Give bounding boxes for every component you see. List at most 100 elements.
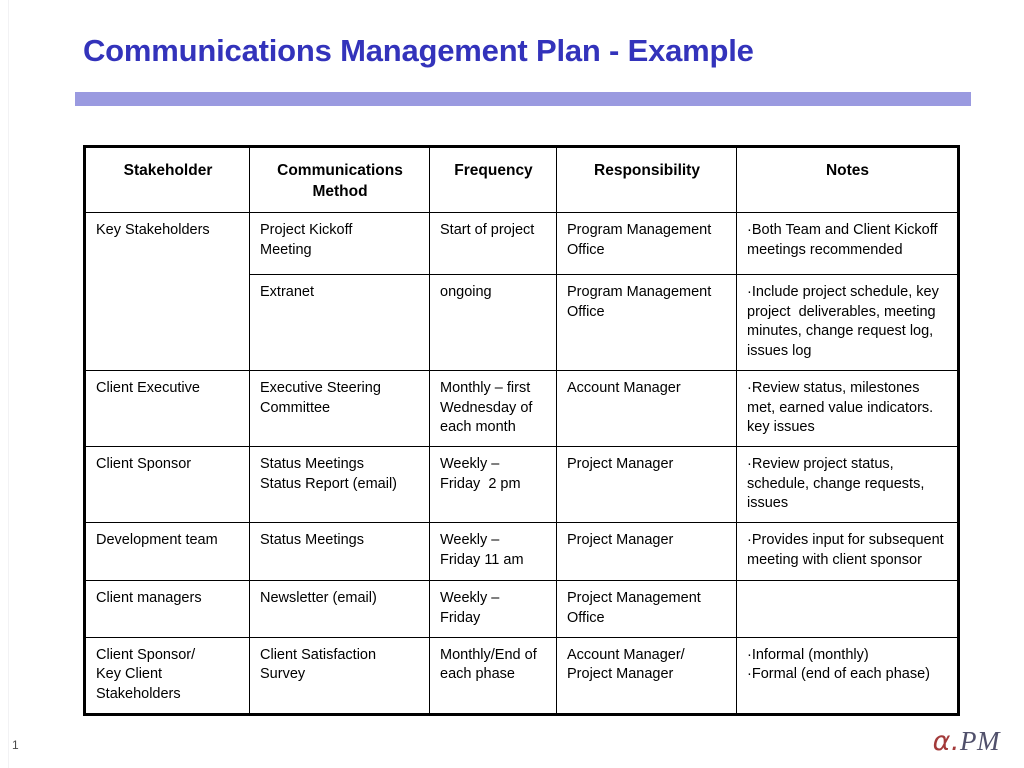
cell-line: Extranet [260, 284, 314, 300]
cell-line: Account Manager/ [567, 646, 685, 663]
cell-frequency: Monthly/End of each phase [429, 636, 557, 715]
cell-line: Wednesday of [440, 399, 533, 416]
cell-line: Status Meetings [260, 456, 364, 473]
cell-line: Friday 11 am [440, 551, 524, 568]
cell-frequency: Weekly – Friday 11 am [429, 522, 557, 582]
notes-bullet: Review status, milestones met, earned va… [747, 379, 948, 438]
logo-pm-text: PM [960, 726, 1000, 756]
cell-line: Status Meetings [260, 532, 364, 549]
header-line: Responsibility [594, 162, 700, 179]
left-edge-rule [8, 0, 9, 768]
table-row: Client Sponsor Status Meetings Status Re… [84, 446, 959, 524]
cell-line: each month [440, 419, 516, 436]
page-title: Communications Management Plan - Example [83, 33, 754, 68]
cell-stakeholder: Client Sponsor/ Key Client Stakeholders [84, 636, 250, 715]
cell-stakeholder: Client Sponsor [84, 446, 250, 524]
table-row: Client Sponsor/ Key Client Stakeholders … [84, 636, 959, 715]
cell-method: Status Meetings [249, 522, 430, 582]
cell-line: Survey [260, 666, 306, 683]
cell-line: Key Client [96, 666, 163, 683]
cell-responsibility: Project Management Office [556, 580, 737, 638]
cell-responsibility: Project Manager [556, 522, 737, 582]
cell-line: Start of project [440, 222, 535, 238]
apm-logo: α.PM [933, 726, 1000, 757]
header-line: Stakeholder [123, 162, 213, 179]
cell-line: Program Management [567, 222, 712, 238]
cell-notes: Both Team and Client Kickoff meetings re… [736, 212, 959, 275]
cell-line: Project Kickoff [260, 222, 353, 238]
table-body: Key Stakeholders Project Kickoff Meeting… [84, 212, 959, 715]
cell-line: Office [567, 303, 605, 320]
cell-frequency: Monthly – first Wednesday of each month [429, 369, 557, 448]
cell-method: Client Satisfaction Survey [249, 636, 430, 715]
cell-notes: Informal (monthly) Formal (end of each p… [736, 636, 959, 715]
alpha-glyph: α. [932, 726, 961, 757]
cell-responsibility: Account Manager [556, 369, 737, 448]
cell-responsibility: Program Management Office [556, 212, 737, 275]
column-header-communications-method: Communications Method [249, 146, 430, 213]
cell-stakeholder: Development team [84, 522, 250, 582]
header-line: Method [312, 183, 368, 201]
cell-line: Client Sponsor [96, 456, 192, 473]
cell-line: Client Sponsor/ [96, 646, 196, 663]
cell-line: Friday [440, 609, 481, 626]
cell-stakeholder: Client managers [84, 580, 250, 638]
header-line: Notes [825, 162, 870, 179]
header-line: Communications [277, 162, 403, 179]
column-header-responsibility: Responsibility [556, 146, 737, 213]
cell-line: Committee [260, 399, 331, 416]
cell-method: Newsletter (email) [249, 580, 430, 638]
title-accent-bar [75, 92, 971, 106]
cell-line: Account Manager [567, 379, 681, 396]
cell-notes: Provides input for subsequent meeting wi… [736, 522, 959, 582]
column-header-stakeholder: Stakeholder [84, 146, 250, 213]
cell-line: Project Management [567, 590, 701, 607]
cell-line: Meeting [260, 241, 312, 258]
cell-notes-empty [736, 580, 959, 638]
cell-frequency: ongoing [429, 274, 557, 371]
cell-line: Program Management [567, 284, 712, 300]
cell-line: Office [567, 241, 605, 258]
table-row: Client managers Newsletter (email) Weekl… [84, 580, 959, 638]
cell-line: Monthly/End of [440, 646, 537, 663]
notes-bullet: Review project status, schedule, change … [747, 455, 948, 514]
cell-responsibility: Account Manager/ Project Manager [556, 636, 737, 715]
cell-line: Weekly – [440, 532, 500, 549]
table-row: Development team Status Meetings Weekly … [84, 522, 959, 582]
cell-line: ongoing [440, 284, 492, 300]
cell-method: Project Kickoff Meeting [249, 212, 430, 275]
cell-frequency: Start of project [429, 212, 557, 275]
table-row: Key Stakeholders Project Kickoff Meeting… [84, 212, 959, 371]
cell-stakeholder: Client Executive [84, 369, 250, 448]
cell-responsibility: Program Management Office [556, 274, 737, 371]
cell-stakeholder: Key Stakeholders [84, 212, 250, 371]
cell-method: Extranet [249, 274, 430, 371]
cell-line: Client managers [96, 590, 202, 607]
table-header: Stakeholder Communications Method Freque… [84, 146, 959, 213]
cell-frequency: Weekly – Friday [429, 580, 557, 638]
cell-line: Project Manager [567, 666, 674, 683]
cell-line: Project Manager [567, 532, 674, 549]
cell-responsibility: Project Manager [556, 446, 737, 524]
cell-line: Status Report (email) [260, 475, 397, 492]
cell-notes: Review project status, schedule, change … [736, 446, 959, 524]
notes-bullet: Informal (monthly) [747, 646, 948, 666]
cell-line: Development team [96, 532, 218, 549]
table-header-row: Stakeholder Communications Method Freque… [84, 146, 959, 213]
notes-bullet: Formal (end of each phase) [747, 665, 948, 685]
cell-line: Stakeholders [96, 686, 181, 703]
notes-bullet: Include project schedule, key project de… [747, 283, 948, 362]
cell-notes: Review status, milestones met, earned va… [736, 369, 959, 448]
table-row: Client Executive Executive Steering Comm… [84, 369, 959, 448]
header-line: Frequency [454, 162, 533, 179]
notes-bullet: Provides input for subsequent meeting wi… [747, 531, 948, 570]
notes-bullet: Both Team and Client Kickoff meetings re… [747, 221, 948, 260]
cell-line: Key Stakeholders [96, 222, 210, 238]
page-number: 1 [12, 738, 19, 752]
cell-line: Executive Steering [260, 379, 381, 396]
cell-line: Friday 2 pm [440, 475, 521, 492]
cell-line: Client Executive [96, 379, 200, 396]
cell-line: Client Satisfaction [260, 646, 377, 663]
cell-notes: Include project schedule, key project de… [736, 274, 959, 371]
cell-line: Weekly – [440, 456, 500, 473]
